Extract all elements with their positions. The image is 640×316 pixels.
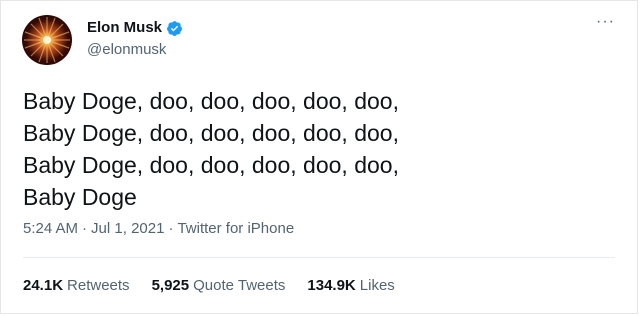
meta-separator: · — [168, 220, 174, 237]
verified-badge-icon — [167, 20, 182, 36]
retweets-label: Retweets — [67, 277, 130, 294]
avatar[interactable] — [22, 15, 72, 65]
quote-tweets-label: Quote Tweets — [193, 277, 286, 294]
author-name-row: Elon Musk — [87, 19, 183, 37]
quote-tweets-count: 5,925 — [151, 277, 190, 294]
tweet-card: Elon Musk @elonmusk ··· Baby Doge, doo, … — [0, 0, 638, 314]
likes-count: 134.9K — [307, 277, 356, 294]
meta-separator: · — [82, 220, 88, 237]
tweet-date[interactable]: Jul 1, 2021 — [91, 220, 164, 237]
likes-stat[interactable]: 134.9K Likes — [307, 277, 394, 294]
author-name[interactable]: Elon Musk — [87, 19, 162, 37]
tweet-meta: 5:24 AM · Jul 1, 2021 · Twitter for iPho… — [23, 220, 294, 237]
retweets-stat[interactable]: 24.1K Retweets — [23, 277, 130, 294]
retweets-count: 24.1K — [23, 277, 64, 294]
tweet-stats: 24.1K Retweets 5,925 Quote Tweets 134.9K… — [23, 277, 395, 294]
tweet-time[interactable]: 5:24 AM — [23, 220, 78, 237]
author-handle[interactable]: @elonmusk — [87, 41, 166, 59]
likes-label: Likes — [359, 277, 395, 294]
quote-tweets-stat[interactable]: 5,925 Quote Tweets — [152, 277, 286, 294]
stats-divider — [23, 257, 615, 258]
tweet-text: Baby Doge, doo, doo, doo, doo, doo, Baby… — [23, 88, 399, 210]
more-options-icon[interactable]: ··· — [596, 14, 615, 30]
tweet-source[interactable]: Twitter for iPhone — [177, 220, 294, 237]
avatar-burst-image — [24, 17, 70, 63]
